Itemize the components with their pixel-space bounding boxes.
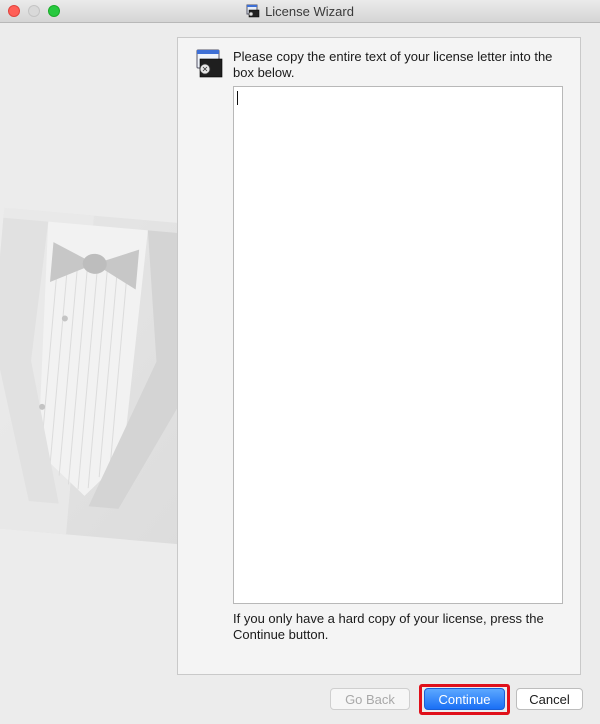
cancel-button[interactable]: Cancel [516, 688, 583, 710]
window-title-group: License Wizard [0, 0, 600, 22]
instruction-text: Please copy the entire text of your lice… [233, 49, 553, 80]
window-title: License Wizard [265, 3, 354, 19]
license-wizard-window: License Wizard Please copy the entire te… [0, 0, 600, 724]
license-wizard-icon [246, 4, 260, 18]
license-text-input[interactable] [233, 86, 563, 604]
continue-button[interactable]: Continue [424, 688, 505, 710]
license-document-icon [196, 48, 224, 80]
go-back-button[interactable]: Go Back [330, 688, 410, 710]
text-caret [237, 91, 238, 105]
hard-copy-note: If you only have a hard copy of your lic… [233, 611, 544, 642]
title-bar[interactable]: License Wizard [0, 0, 600, 23]
